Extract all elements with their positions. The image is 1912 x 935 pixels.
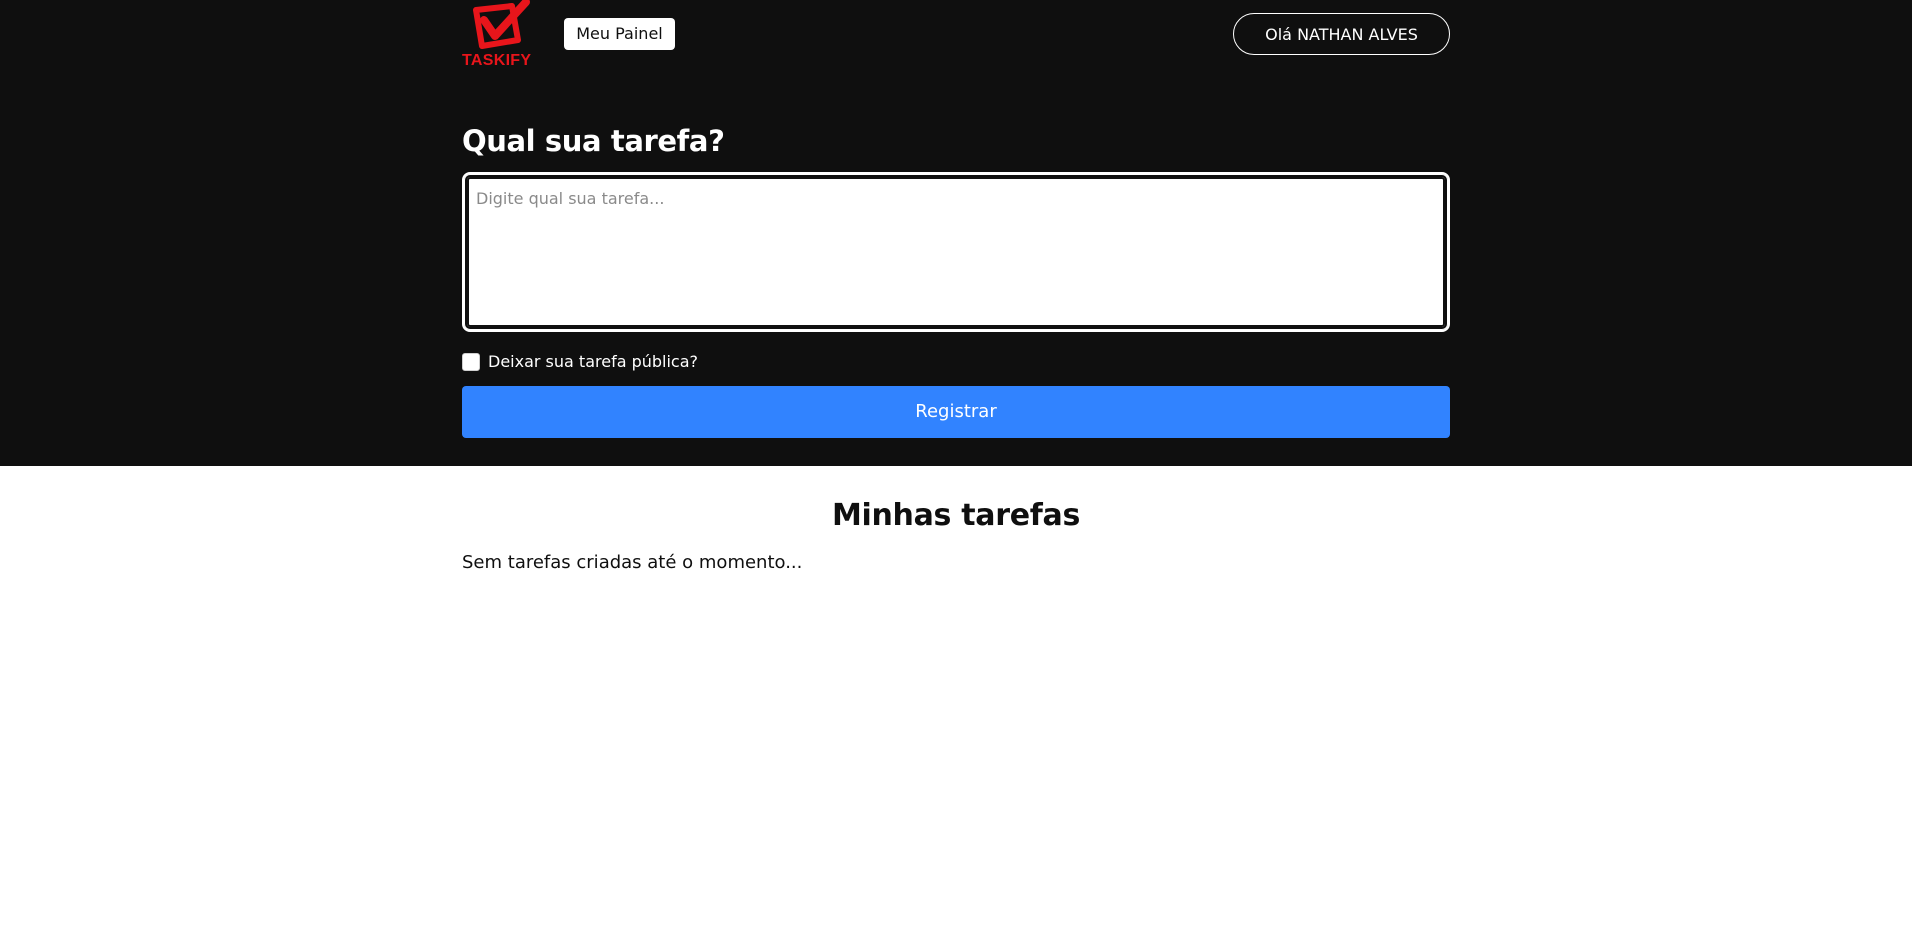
hero-section: TASKIFY Meu Painel Olá NATHAN ALVES Qual… bbox=[0, 0, 1912, 466]
meu-painel-button[interactable]: Meu Painel bbox=[564, 18, 675, 50]
checkbox-check-icon bbox=[473, 0, 530, 49]
user-greeting-button[interactable]: Olá NATHAN ALVES bbox=[1233, 13, 1450, 55]
taskify-logo[interactable]: TASKIFY bbox=[462, 0, 540, 72]
task-textarea[interactable] bbox=[462, 172, 1450, 332]
public-task-option: Deixar sua tarefa pública? bbox=[462, 352, 698, 372]
my-tasks-title: Minhas tarefas bbox=[831, 498, 1081, 533]
public-task-label[interactable]: Deixar sua tarefa pública? bbox=[488, 352, 698, 372]
empty-tasks-message: Sem tarefas criadas até o momento... bbox=[462, 552, 803, 573]
public-task-checkbox[interactable] bbox=[462, 353, 480, 371]
task-form-title: Qual sua tarefa? bbox=[462, 124, 725, 158]
logo-wordmark: TASKIFY bbox=[462, 52, 532, 69]
register-button[interactable]: Registrar bbox=[462, 386, 1450, 438]
